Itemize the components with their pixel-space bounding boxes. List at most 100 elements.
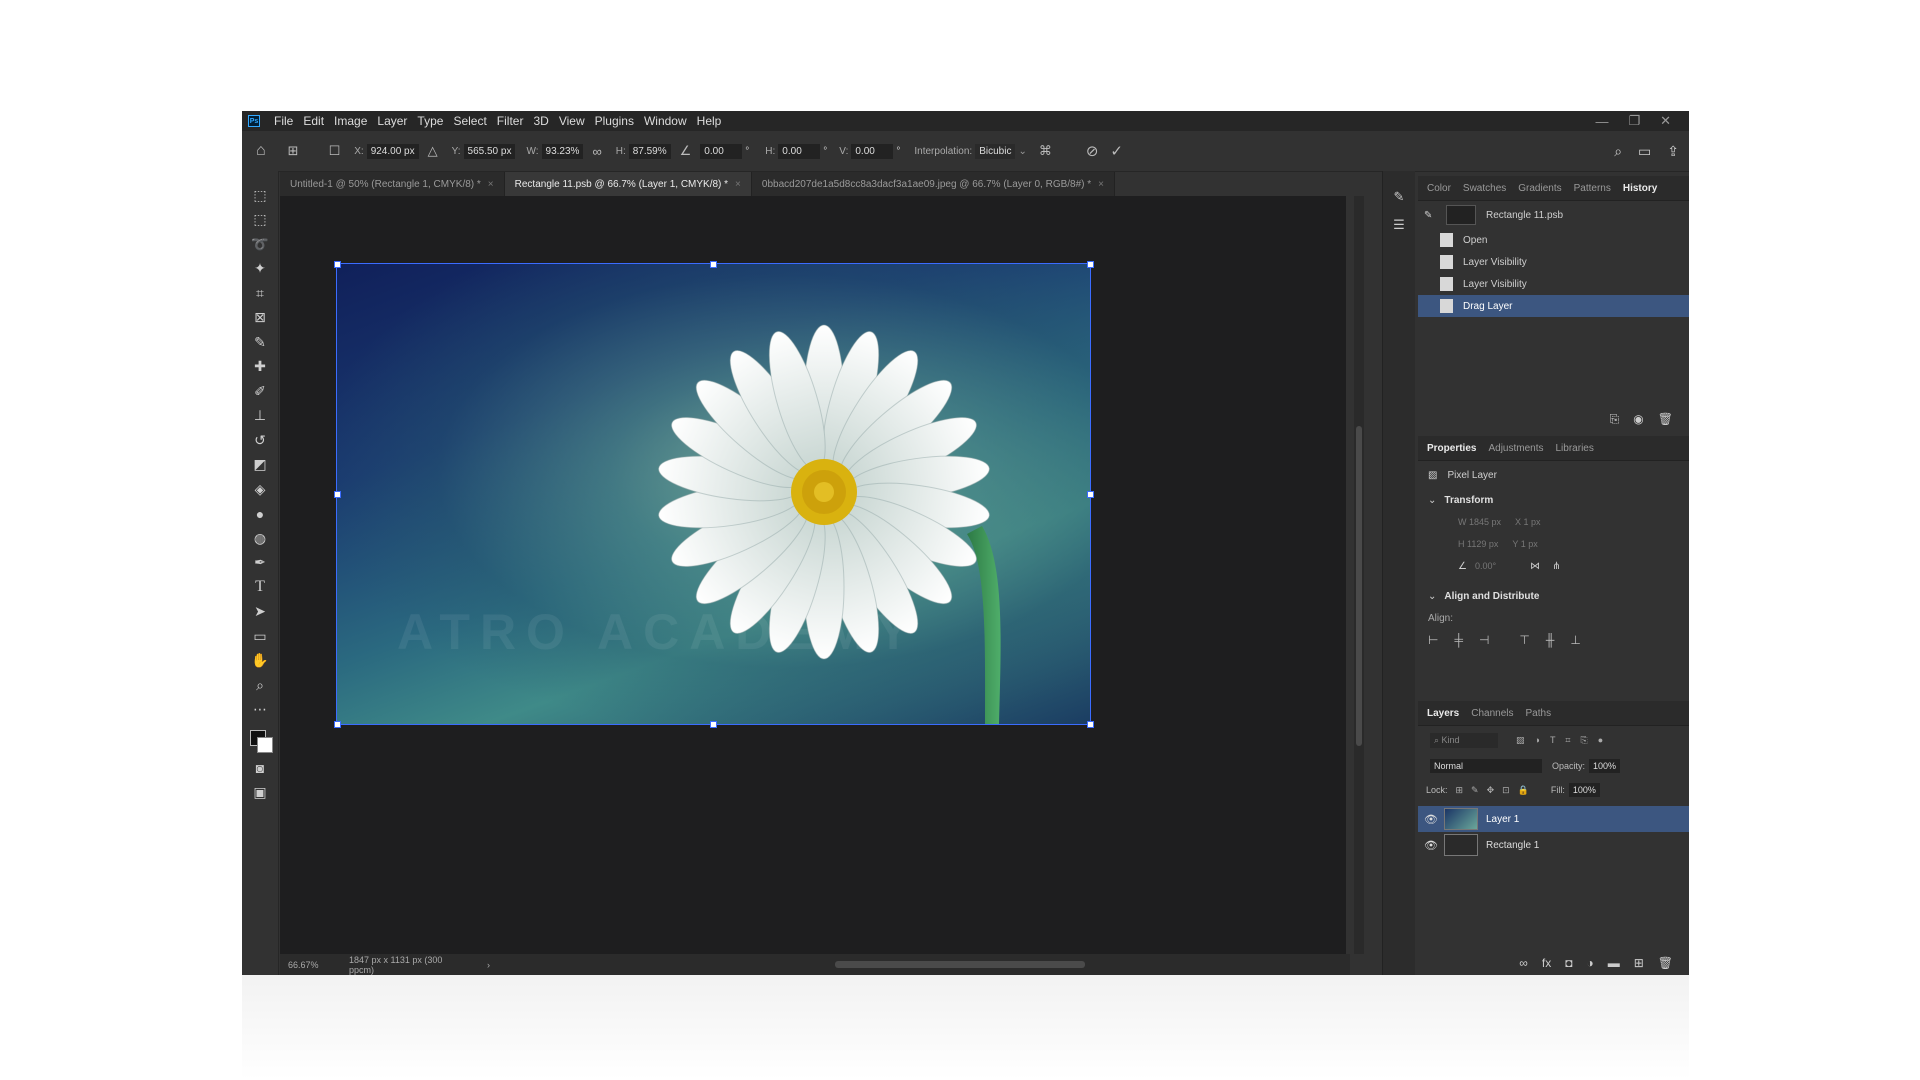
angle-field[interactable]: 0.00° <box>1475 561 1496 571</box>
tab-adjustments[interactable]: Adjustments <box>1488 443 1543 454</box>
rectangle-tool-icon[interactable]: ▭ <box>242 624 278 649</box>
share-icon[interactable]: ⇪ <box>1667 143 1679 160</box>
vertical-scrollbar[interactable] <box>1354 196 1364 954</box>
brush-tool-icon[interactable]: ✐ <box>242 379 278 404</box>
menu-file[interactable]: File <box>269 114 298 128</box>
x-field[interactable]: X 1 px <box>1515 517 1541 527</box>
blend-mode-select[interactable]: Normal <box>1430 759 1542 773</box>
align-middle-icon[interactable]: ╫ <box>1546 633 1555 647</box>
history-state[interactable]: Layer Visibility <box>1418 273 1689 295</box>
horizontal-scroll-thumb[interactable] <box>835 961 1085 968</box>
menu-edit[interactable]: Edit <box>298 114 329 128</box>
history-state[interactable]: Open <box>1418 229 1689 251</box>
adjustment-layer-icon[interactable]: ◑ <box>1586 956 1593 970</box>
scroll-thumb[interactable] <box>1356 426 1362 746</box>
history-state-selected[interactable]: Drag Layer <box>1418 295 1689 317</box>
flip-horizontal-icon[interactable]: ⋈ <box>1530 561 1540 572</box>
brush-settings-icon[interactable]: ✎ <box>1383 183 1415 211</box>
lasso-tool-icon[interactable]: ➰ <box>242 232 278 257</box>
tab-paths[interactable]: Paths <box>1526 708 1552 719</box>
y-field[interactable]: 565.50 px <box>463 143 516 159</box>
tab-swatches[interactable]: Swatches <box>1463 183 1506 194</box>
stamp-tool-icon[interactable]: ⊥ <box>242 404 278 429</box>
add-mask-icon[interactable]: ◘ <box>1565 956 1572 970</box>
new-document-from-state-icon[interactable]: ⎘ <box>1610 412 1620 427</box>
menu-select[interactable]: Select <box>448 114 491 128</box>
delta-icon[interactable]: △ <box>428 143 438 159</box>
more-tools-icon[interactable]: ⋯ <box>242 698 278 723</box>
document-image[interactable]: ATRO ACADEMY <box>336 263 1091 725</box>
chevron-right-icon[interactable]: › <box>487 960 490 970</box>
history-brush-tool-icon[interactable]: ↺ <box>242 428 278 453</box>
tab-properties[interactable]: Properties <box>1427 443 1476 454</box>
magic-wand-tool-icon[interactable]: ✦ <box>242 257 278 282</box>
paint-bucket-tool-icon[interactable]: ◈ <box>242 477 278 502</box>
w-field[interactable]: 93.23% <box>541 143 584 159</box>
reference-point-icon[interactable]: ⊞ <box>288 143 299 159</box>
align-left-icon[interactable]: ⊢ <box>1428 633 1438 647</box>
transform-handle-right[interactable] <box>1087 491 1094 498</box>
align-bottom-icon[interactable]: ⊥ <box>1570 633 1580 647</box>
tab-channels[interactable]: Channels <box>1471 708 1513 719</box>
search-icon[interactable]: ⌕ <box>1614 143 1622 160</box>
trash-icon[interactable]: 🗑 <box>1658 412 1673 426</box>
tab-rectangle-11[interactable]: Rectangle 11.psb @ 66.7% (Layer 1, CMYK/… <box>504 172 752 196</box>
angle-field[interactable]: 0.00 <box>700 143 743 159</box>
blur-tool-icon[interactable]: ● <box>242 502 278 527</box>
tab-layers[interactable]: Layers <box>1427 708 1459 719</box>
transform-handle-left[interactable] <box>334 491 341 498</box>
close-tab-icon[interactable]: × <box>1098 179 1104 190</box>
layer-row-layer-1[interactable]: 👁 Layer 1 <box>1418 806 1689 832</box>
tab-jpeg[interactable]: 0bbacd207de1a5d8cc8a3dacf3a1ae09.jpeg @ … <box>751 172 1116 196</box>
screen-mode-icon[interactable]: ▣ <box>242 781 278 806</box>
menu-layer[interactable]: Layer <box>372 114 412 128</box>
h-field[interactable]: 87.59% <box>628 143 671 159</box>
menu-help[interactable]: Help <box>692 114 727 128</box>
height-field[interactable]: H 1129 px <box>1458 539 1498 549</box>
tab-history[interactable]: History <box>1623 183 1657 194</box>
workspace-icon[interactable]: ▭ <box>1638 143 1651 160</box>
fx-icon[interactable]: fx <box>1542 956 1551 970</box>
frame-tool-icon[interactable]: ⊠ <box>242 306 278 331</box>
eye-icon[interactable]: 👁 <box>1418 813 1444 826</box>
path-selection-tool-icon[interactable]: ➤ <box>242 600 278 625</box>
new-layer-icon[interactable]: ⊞ <box>1634 956 1644 970</box>
lock-icons[interactable]: ⊞✎✥⊡🔒 <box>1456 785 1537 796</box>
menu-plugins[interactable]: Plugins <box>590 114 639 128</box>
menu-image[interactable]: Image <box>329 114 372 128</box>
zoom-level[interactable]: 66.67% <box>288 960 343 970</box>
align-top-icon[interactable]: ⊤ <box>1519 633 1529 647</box>
width-field[interactable]: W 1845 px <box>1458 517 1501 527</box>
transform-section-header[interactable]: ⌄ Transform <box>1418 489 1689 511</box>
transform-handle-top-right[interactable] <box>1087 261 1094 268</box>
home-icon[interactable]: ⌂ <box>256 142 266 160</box>
opacity-field[interactable]: 100% <box>1589 759 1621 773</box>
tab-untitled-1[interactable]: Untitled-1 @ 50% (Rectangle 1, CMYK/8) *… <box>280 172 505 196</box>
type-tool-icon[interactable]: T <box>242 575 278 600</box>
menu-type[interactable]: Type <box>412 114 448 128</box>
menu-view[interactable]: View <box>554 114 590 128</box>
warp-icon[interactable]: ⌘ <box>1039 143 1052 159</box>
eyedropper-tool-icon[interactable]: ✎ <box>242 330 278 355</box>
camera-icon[interactable]: ◉ <box>1633 412 1643 426</box>
history-snapshot[interactable]: ✎ Rectangle 11.psb <box>1418 201 1689 229</box>
tab-libraries[interactable]: Libraries <box>1556 443 1594 454</box>
marquee-tool-icon[interactable]: ⬚ <box>242 208 278 233</box>
menu-filter[interactable]: Filter <box>492 114 529 128</box>
cancel-transform-icon[interactable]: ⊘ <box>1086 142 1099 160</box>
align-center-icon[interactable]: ╪ <box>1454 633 1463 647</box>
transform-handle-bottom-right[interactable] <box>1087 721 1094 728</box>
pen-tool-icon[interactable]: ✒ <box>242 551 278 576</box>
quick-mask-icon[interactable]: ◙ <box>242 756 278 781</box>
menu-window[interactable]: Window <box>639 114 692 128</box>
tab-gradients[interactable]: Gradients <box>1518 183 1561 194</box>
restore-icon[interactable]: ❐ <box>1628 113 1640 129</box>
close-icon[interactable]: ✕ <box>1660 113 1671 129</box>
adjust-icon[interactable]: ☰ <box>1383 211 1415 239</box>
interpolation-select[interactable]: Bicubic <box>975 143 1016 159</box>
transform-handle-top-left[interactable] <box>334 261 341 268</box>
hand-tool-icon[interactable]: ✋ <box>242 649 278 674</box>
eye-icon[interactable]: 👁 <box>1418 839 1444 852</box>
transform-handle-bottom[interactable] <box>710 721 717 728</box>
align-right-icon[interactable]: ⊣ <box>1479 633 1489 647</box>
